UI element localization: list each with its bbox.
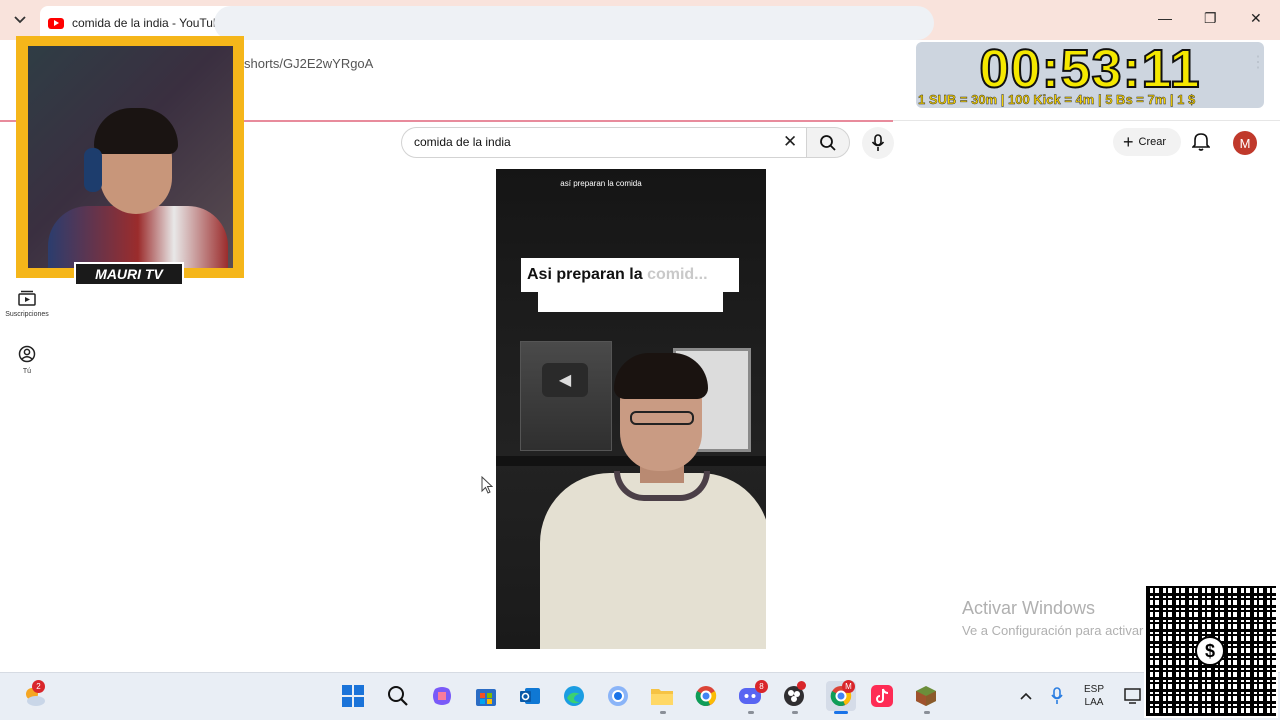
caption-background-secondary xyxy=(538,290,723,312)
caption-main-text: Asi preparan la xyxy=(527,266,643,283)
caption-faded-text: comid... xyxy=(647,266,708,283)
header-divider xyxy=(893,120,1280,121)
copilot-icon[interactable] xyxy=(430,684,454,708)
edge-icon[interactable] xyxy=(562,684,586,708)
youtube-favicon-icon xyxy=(48,17,64,29)
discord-badge: 8 xyxy=(755,680,768,693)
close-window-button[interactable]: ✕ xyxy=(1250,10,1262,27)
language-code: ESP xyxy=(1084,684,1105,695)
sidebar-item-label: Suscripciones xyxy=(5,311,49,318)
running-indicator xyxy=(924,711,930,714)
account-avatar[interactable]: M xyxy=(1233,131,1257,155)
webcam-feed xyxy=(28,46,233,268)
minimize-button[interactable]: — xyxy=(1158,10,1172,26)
dollar-icon: $ xyxy=(1195,636,1225,666)
restore-button[interactable]: ❐ xyxy=(1204,10,1217,27)
chrome-alt-icon[interactable] xyxy=(606,684,630,708)
subathon-timer: 00:53:11 xyxy=(978,38,1201,100)
video-caption: Asi preparan la comid... xyxy=(527,266,708,284)
create-button[interactable]: + Crear xyxy=(1113,128,1181,156)
search-query-text[interactable]: comida de la india xyxy=(414,135,511,149)
taskbar-microphone-icon[interactable] xyxy=(1045,684,1069,708)
start-button[interactable] xyxy=(341,684,365,708)
headphones-icon xyxy=(84,148,102,192)
outlook-icon[interactable] xyxy=(518,684,542,708)
sidebar-item-you[interactable]: Tú xyxy=(0,345,54,375)
chevron-down-icon xyxy=(14,16,26,24)
tab-search-dropdown[interactable] xyxy=(8,8,32,32)
file-explorer-icon[interactable] xyxy=(650,684,674,708)
keyboard-layout: LAA xyxy=(1084,697,1104,708)
running-indicator xyxy=(792,711,798,714)
chrome-icon[interactable] xyxy=(694,684,718,708)
create-label: Crear xyxy=(1138,136,1167,148)
microphone-icon xyxy=(871,134,885,151)
input-language-indicator[interactable]: ESP LAA xyxy=(1084,683,1104,709)
mouse-cursor-icon xyxy=(481,475,494,499)
account-icon xyxy=(18,345,36,363)
microsoft-store-icon[interactable] xyxy=(474,684,498,708)
tiktok-icon[interactable] xyxy=(870,684,894,708)
timer-rules: 1 SUB = 30m | 100 Kick = 4m | 5 Bs = 7m … xyxy=(918,92,1196,107)
streamer-logo: MAURI TV xyxy=(74,262,184,286)
weather-badge: 2 xyxy=(32,680,45,693)
plus-icon: + xyxy=(1123,132,1134,152)
running-indicator xyxy=(660,711,666,714)
url-text[interactable]: shorts/GJ2E2wYRgoA xyxy=(244,56,373,71)
sidebar-item-label: Tú xyxy=(22,368,32,375)
obs-recording-dot xyxy=(797,681,806,690)
clear-search-icon[interactable]: ✕ xyxy=(783,132,797,152)
search-button[interactable] xyxy=(806,127,850,158)
video-person xyxy=(532,353,766,649)
shorts-video-player[interactable]: así preparan la comida ◀ Asi preparan la… xyxy=(496,169,766,649)
taskbar-search-icon[interactable] xyxy=(386,684,410,708)
tab-title: comida de la india - YouTube xyxy=(72,16,217,30)
active-indicator xyxy=(834,711,848,714)
voice-search-button[interactable] xyxy=(862,127,894,159)
search-icon xyxy=(820,134,836,151)
subscriptions-icon xyxy=(18,290,36,306)
video-top-caption: así preparan la comida xyxy=(560,179,642,188)
chrome-profile-badge: M xyxy=(842,680,855,693)
show-hidden-icons-chevron-icon[interactable] xyxy=(1014,684,1038,708)
running-indicator xyxy=(748,711,754,714)
minecraft-icon[interactable] xyxy=(914,684,938,708)
screen: comida de la india - YouTube 🔊 ✕ + — ❐ ✕… xyxy=(0,0,1280,720)
sidebar-item-subscriptions[interactable]: Suscripciones xyxy=(0,290,54,318)
notifications-bell-icon[interactable] xyxy=(1191,131,1211,156)
omnibox[interactable] xyxy=(214,6,934,40)
windows-logo-icon xyxy=(342,685,364,707)
network-icon[interactable] xyxy=(1122,684,1146,708)
